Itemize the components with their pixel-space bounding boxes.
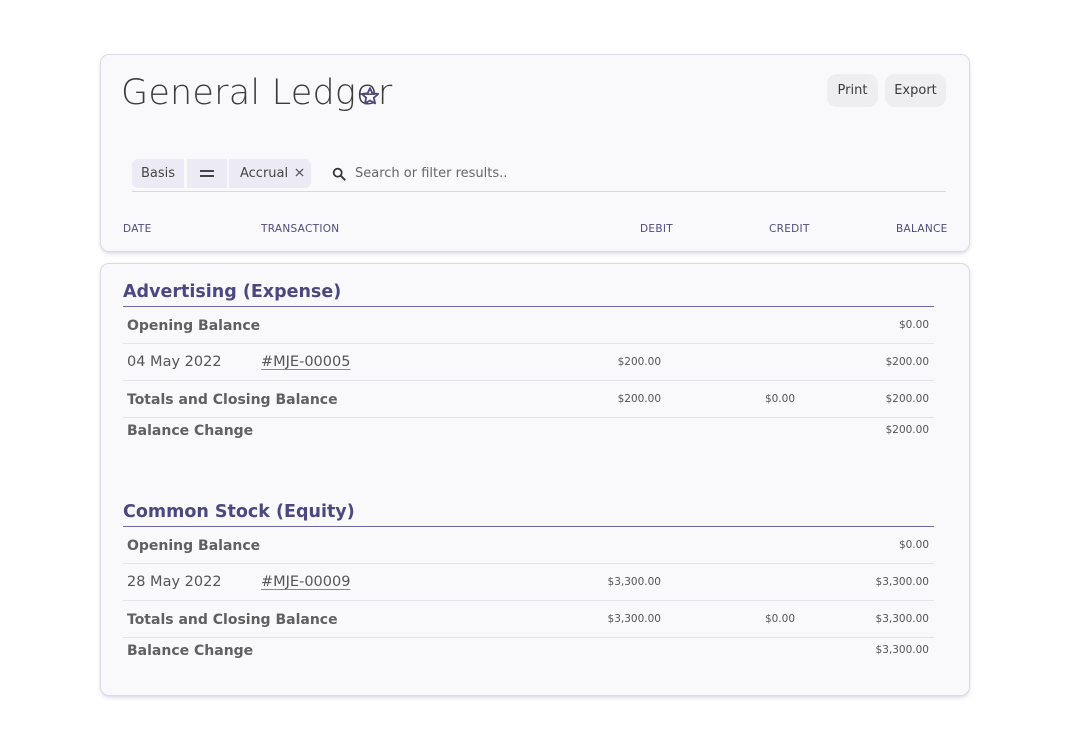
section-title: Common Stock (Equity) <box>123 502 355 522</box>
row-divider <box>123 563 934 564</box>
totals-credit: $0.00 <box>764 613 795 625</box>
search-icon <box>332 167 346 181</box>
balance-change-label: Balance Change <box>127 643 254 659</box>
filter-value-chip[interactable]: Accrual <box>229 159 311 188</box>
entry-debit: $3,300.00 <box>607 576 661 588</box>
entry-debit: $200.00 <box>617 356 661 368</box>
column-header-credit[interactable]: CREDIT <box>769 223 810 235</box>
column-header-transaction[interactable]: TRANSACTION <box>261 223 339 235</box>
totals-credit: $0.00 <box>764 393 795 405</box>
opening-balance-label: Opening Balance <box>127 318 261 334</box>
entry-date: 28 May 2022 <box>127 574 222 590</box>
section-divider <box>123 526 934 527</box>
entry-balance: $3,300.00 <box>875 576 929 588</box>
equals-icon <box>200 169 214 177</box>
totals-label: Totals and Closing Balance <box>127 392 338 408</box>
row-divider <box>123 380 934 381</box>
section-title: Advertising (Expense) <box>123 282 342 302</box>
ledger-body-card: Advertising (Expense) Opening Balance $0… <box>101 264 969 695</box>
page-title: General Ledger <box>121 73 393 113</box>
opening-balance-value: $0.00 <box>898 319 929 331</box>
balance-change-label: Balance Change <box>127 423 254 439</box>
star-icon[interactable] <box>360 86 380 106</box>
totals-balance: $3,300.00 <box>875 613 929 625</box>
export-button[interactable]: Export <box>885 74 946 107</box>
section-divider <box>123 306 934 307</box>
journal-entry-link[interactable]: #MJE-00009 <box>261 574 350 590</box>
column-header-balance[interactable]: BALANCE <box>896 223 948 235</box>
filter-operator-chip[interactable] <box>187 159 227 188</box>
totals-debit: $3,300.00 <box>607 613 661 625</box>
close-icon[interactable] <box>295 168 304 177</box>
balance-change-value: $200.00 <box>885 424 929 436</box>
entry-date: 04 May 2022 <box>127 354 222 370</box>
row-divider <box>123 417 934 418</box>
totals-label: Totals and Closing Balance <box>127 612 338 628</box>
column-header-debit[interactable]: DEBIT <box>640 223 673 235</box>
opening-balance-value: $0.00 <box>898 539 929 551</box>
filter-field-chip[interactable]: Basis <box>132 159 184 188</box>
journal-entry-link[interactable]: #MJE-00005 <box>261 354 350 370</box>
row-divider <box>123 343 934 344</box>
filter-value-label: Accrual <box>240 166 289 181</box>
print-button[interactable]: Print <box>827 74 878 107</box>
balance-change-value: $3,300.00 <box>875 644 929 656</box>
search-input[interactable] <box>355 162 875 184</box>
ledger-header-card: General Ledger Print Export Basis Accrua… <box>101 55 969 251</box>
entry-balance: $200.00 <box>885 356 929 368</box>
totals-debit: $200.00 <box>617 393 661 405</box>
row-divider <box>123 637 934 638</box>
totals-balance: $200.00 <box>885 393 929 405</box>
search-underline <box>132 191 946 192</box>
opening-balance-label: Opening Balance <box>127 538 261 554</box>
row-divider <box>123 600 934 601</box>
column-header-date[interactable]: DATE <box>123 223 152 235</box>
